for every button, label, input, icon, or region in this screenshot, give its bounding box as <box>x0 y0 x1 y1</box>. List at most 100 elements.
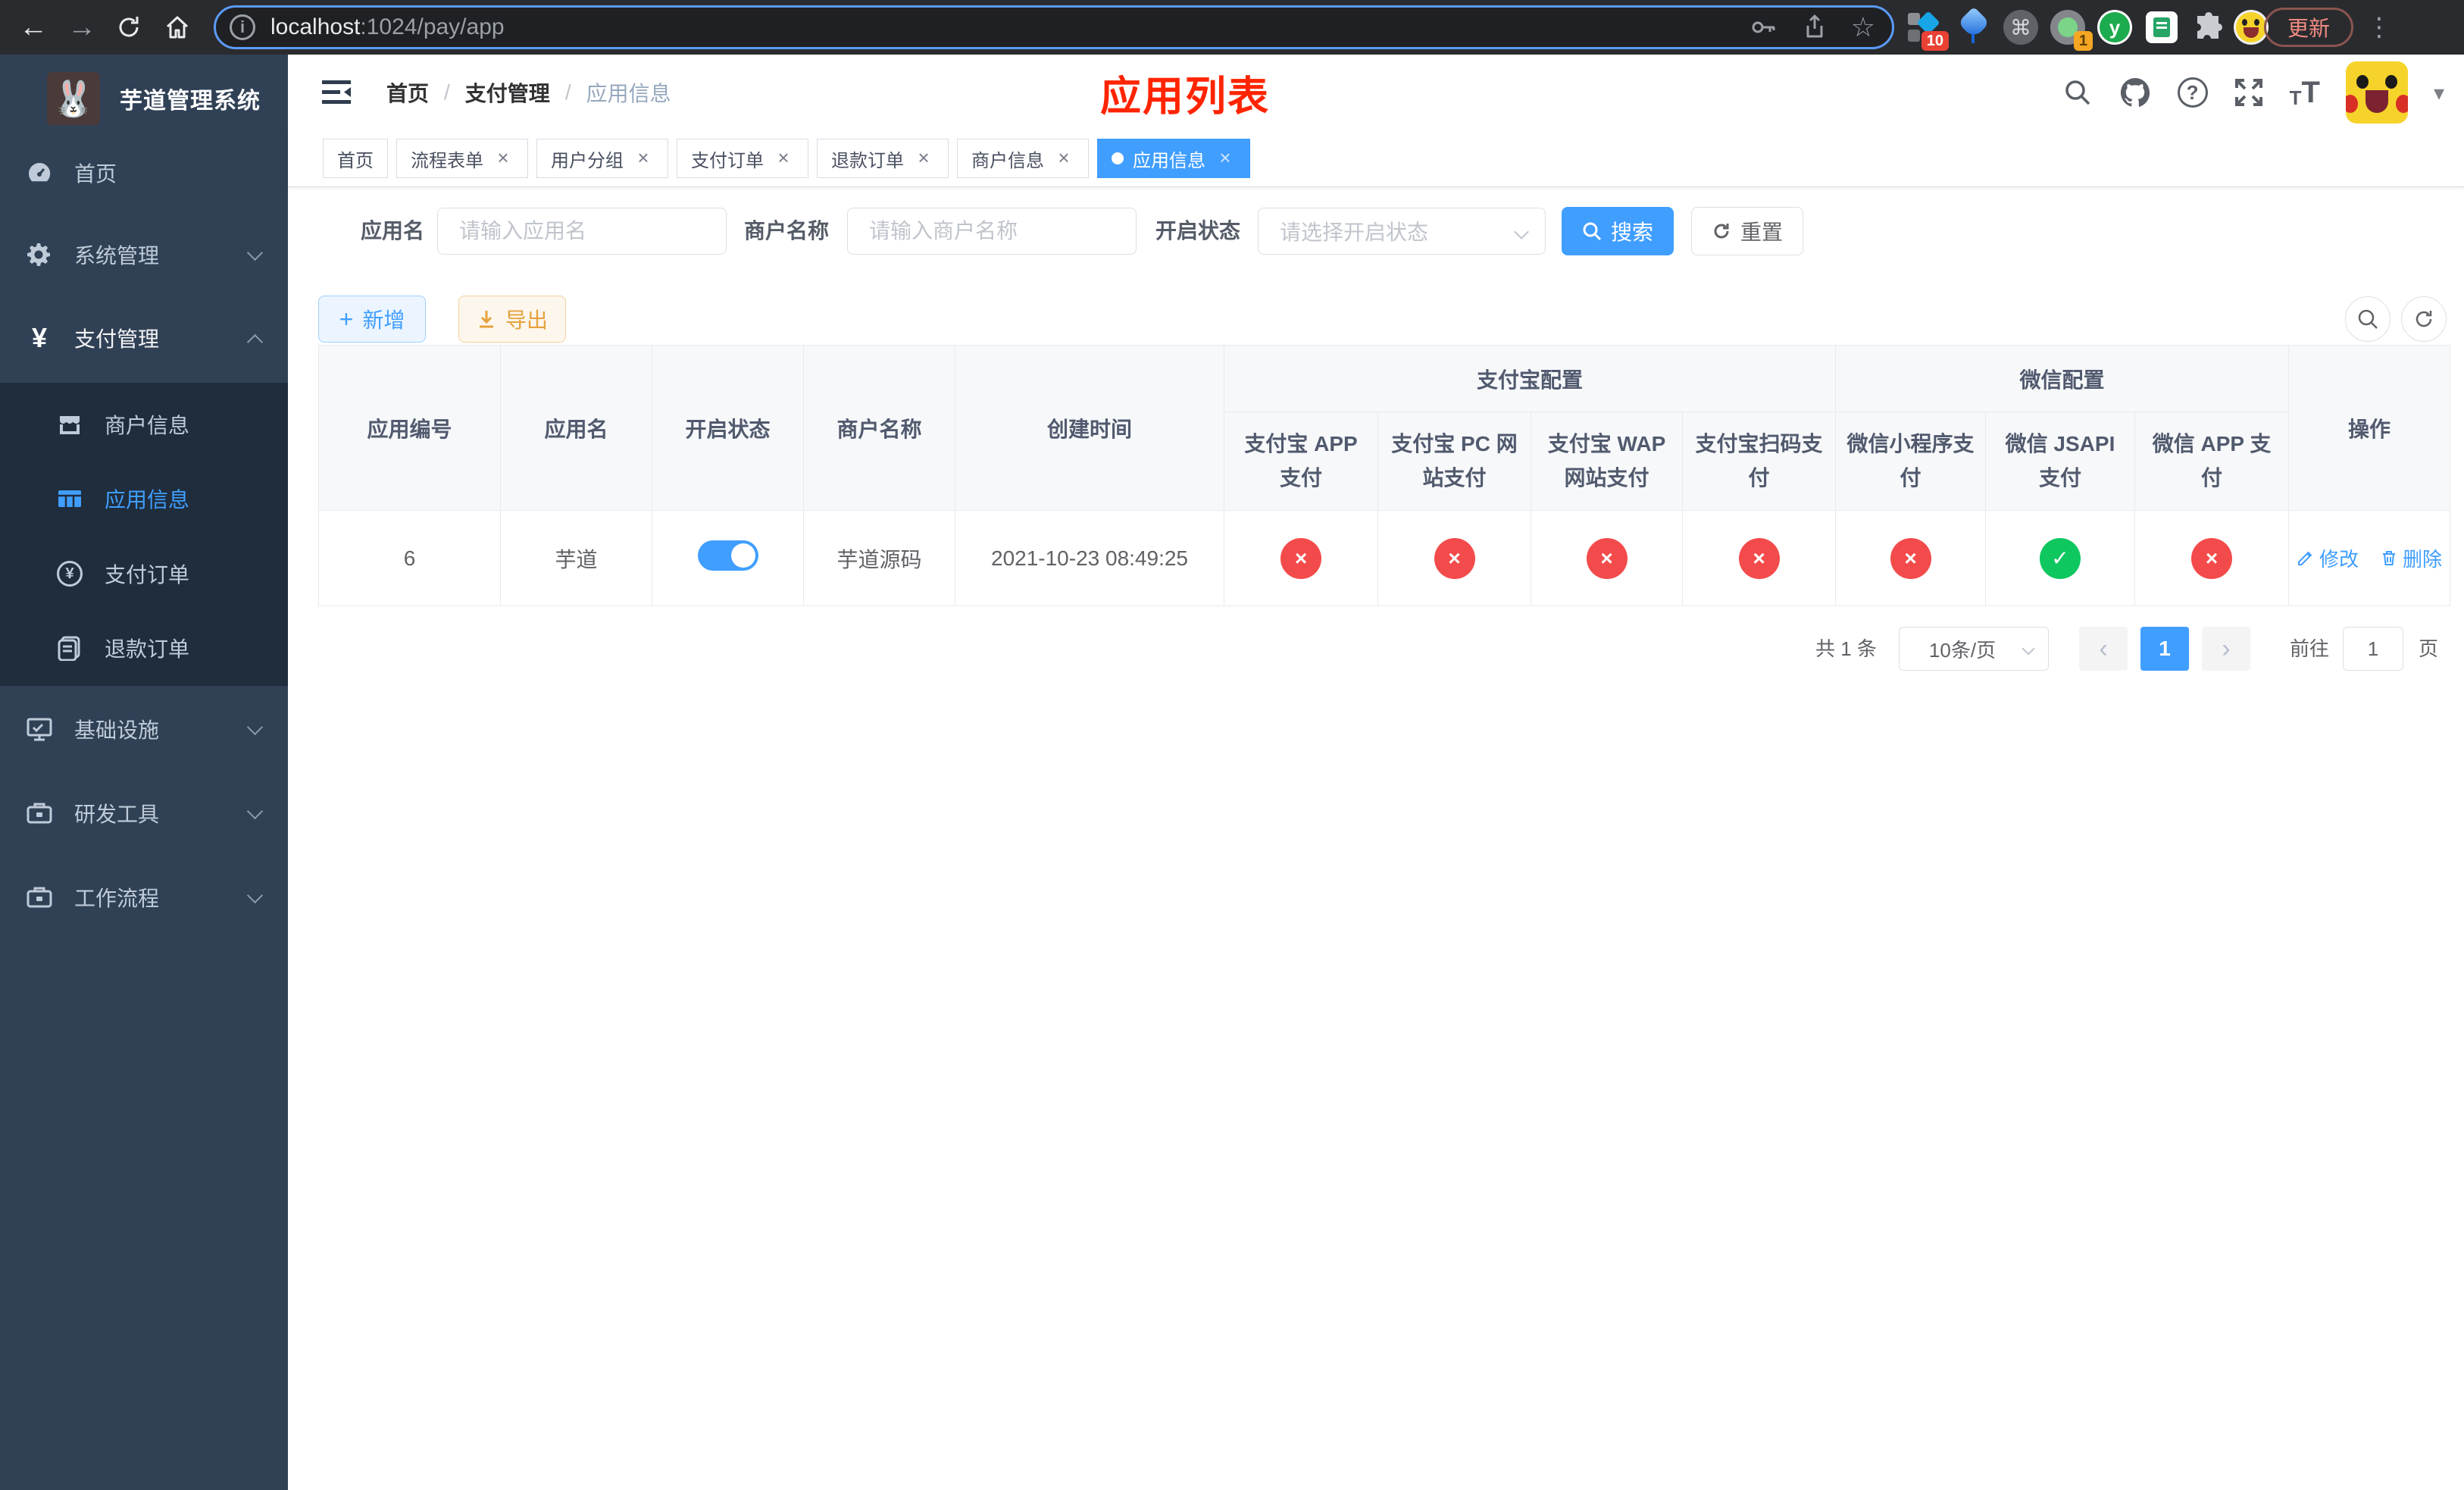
browser-update-button[interactable]: 更新 <box>2264 8 2353 47</box>
extension-notes-icon[interactable] <box>2144 10 2179 45</box>
bookmark-star-icon[interactable]: ☆ <box>1851 14 1875 41</box>
prev-page-button[interactable]: ‹ <box>2079 627 2128 671</box>
refresh-table-button[interactable] <box>2401 296 2447 342</box>
next-page-button[interactable]: › <box>2202 627 2250 671</box>
app-table: 应用编号 应用名 开启状态 商户名称 创建时间 支付宝配置 微信配置 操作 支付… <box>318 345 2451 606</box>
close-icon[interactable]: × <box>633 148 654 169</box>
browser-forward-button[interactable]: → <box>59 0 105 55</box>
sidebar-item-payment[interactable]: ¥ 支付管理 <box>0 300 288 376</box>
share-icon[interactable] <box>1801 14 1828 41</box>
col-alipay-qr: 支付宝扫码支付 <box>1681 412 1837 511</box>
sidebar-item-pay-order[interactable]: ¥ 支付订单 <box>0 537 288 611</box>
close-icon[interactable]: × <box>492 148 514 169</box>
browser-menu-button[interactable]: ⋮ <box>2364 0 2394 55</box>
font-size-icon[interactable]: TT <box>2290 77 2320 108</box>
fullscreen-icon[interactable] <box>2234 77 2264 108</box>
close-icon[interactable]: × <box>1053 148 1074 169</box>
monitor-icon <box>24 715 55 743</box>
sidebar-item-merchant-info[interactable]: 商户信息 <box>0 387 288 462</box>
show-search-button[interactable] <box>2345 296 2391 342</box>
search-icon[interactable] <box>2062 77 2093 108</box>
browser-toolbar: ← → i localhost:1024/pay/app ☆ 10 ⌘ 1 y <box>0 0 2464 55</box>
sidebar-item-refund-order[interactable]: 退款订单 <box>0 611 288 685</box>
browser-reload-button[interactable] <box>106 0 152 55</box>
breadcrumb-home[interactable]: 首页 <box>386 77 429 108</box>
avatar[interactable] <box>2345 61 2408 124</box>
page-size-select[interactable]: 10条/页 <box>1899 627 2049 671</box>
goto-page-input[interactable] <box>2343 627 2403 671</box>
payment-submenu: 商户信息 应用信息 ¥ 支付订单 退款订单 <box>0 383 288 686</box>
sidebar-item-infrastructure[interactable]: 基础设施 <box>0 691 288 767</box>
chevron-up-icon <box>246 333 264 351</box>
app-logo[interactable]: 🐰 芋道管理系统 <box>0 61 288 136</box>
sidebar-item-label: 系统管理 <box>74 244 160 268</box>
tab-merchant-info[interactable]: 商户信息 × <box>957 139 1089 178</box>
site-info-icon[interactable]: i <box>230 14 255 40</box>
col-alipay-wap: 支付宝 WAP 网站支付 <box>1531 412 1683 511</box>
search-icon <box>1583 222 1602 241</box>
tab-home[interactable]: 首页 <box>323 139 388 178</box>
extension-y-icon[interactable]: y <box>2097 10 2132 45</box>
col-wx-app: 微信 APP 支付 <box>2134 412 2290 511</box>
close-icon[interactable]: × <box>773 148 794 169</box>
sidebar-item-system[interactable]: 系统管理 <box>0 217 288 293</box>
edit-link[interactable]: 修改 <box>2297 544 2359 572</box>
breadcrumb-payment[interactable]: 支付管理 <box>465 77 550 108</box>
col-group-wechat: 微信配置 <box>1835 345 2290 412</box>
sidebar-item-dev-tools[interactable]: 研发工具 <box>0 775 288 851</box>
status-cross-icon: × <box>1434 537 1475 579</box>
shop-icon <box>53 412 86 437</box>
export-button[interactable]: 导出 <box>458 296 566 343</box>
url-text: localhost:1024/pay/app <box>270 14 505 40</box>
main-area: 首页 / 支付管理 / 应用信息 应用列表 ? TT ▾ 首页 流程表单 × 用户… <box>288 55 2464 1490</box>
close-icon[interactable]: × <box>913 148 934 169</box>
browser-back-button[interactable]: ← <box>11 0 56 55</box>
extension-badge: 1 <box>2073 31 2093 51</box>
extension-kite-icon[interactable] <box>1956 6 1991 45</box>
tags-view-bar: 首页 流程表单 × 用户分组 × 支付订单 × 退款订单 × 商户信息 × 应用信息 × <box>288 130 2464 187</box>
status-select[interactable]: 请选择开启状态 <box>1258 208 1546 255</box>
avatar-caret-icon[interactable]: ▾ <box>2434 80 2444 105</box>
status-cross-icon: × <box>1890 537 1931 579</box>
browser-home-button[interactable] <box>155 0 200 55</box>
app-name-label: 应用名 <box>360 219 424 243</box>
github-icon[interactable] <box>2118 76 2152 109</box>
col-alipay-app: 支付宝 APP 支付 <box>1224 412 1378 511</box>
extension-proxy-icon[interactable]: 1 <box>2050 10 2093 51</box>
chevron-down-icon <box>2022 642 2035 656</box>
address-bar[interactable]: i localhost:1024/pay/app ☆ <box>214 5 1894 49</box>
extension-password-icon[interactable]: 10 <box>1906 10 1949 51</box>
tab-pay-order[interactable]: 支付订单 × <box>677 139 808 178</box>
chevron-down-icon <box>246 244 264 261</box>
tab-refund-order[interactable]: 退款订单 × <box>817 139 949 178</box>
breadcrumb-separator: / <box>564 80 571 104</box>
sidebar-item-label: 首页 <box>74 162 117 186</box>
status-cross-icon: × <box>1280 537 1321 579</box>
reset-button[interactable]: 重置 <box>1691 207 1803 255</box>
merchant-name-input[interactable] <box>847 208 1137 255</box>
status-toggle[interactable] <box>697 540 758 571</box>
search-button[interactable]: 搜索 <box>1562 207 1674 255</box>
close-icon[interactable]: × <box>1215 148 1236 169</box>
tab-app-info[interactable]: 应用信息 × <box>1097 139 1250 178</box>
page-number-button[interactable]: 1 <box>2140 627 2189 671</box>
tab-user-group[interactable]: 用户分组 × <box>536 139 668 178</box>
delete-link[interactable]: 删除 <box>2380 544 2442 572</box>
logo-image: 🐰 <box>47 72 100 125</box>
extension-command-icon[interactable]: ⌘ <box>2003 10 2038 45</box>
sidebar-item-workflow[interactable]: 工作流程 <box>0 859 288 935</box>
sidebar-item-app-info[interactable]: 应用信息 <box>0 462 288 536</box>
status-check-icon: ✓ <box>2040 537 2081 579</box>
dashboard-icon <box>24 159 55 186</box>
extensions-puzzle-icon[interactable] <box>2191 10 2226 45</box>
sidebar-item-label: 退款订单 <box>105 637 190 661</box>
add-button[interactable]: + 新增 <box>318 296 426 343</box>
help-icon[interactable]: ? <box>2177 77 2208 108</box>
col-actions: 操作 <box>2288 345 2451 511</box>
tab-process-form[interactable]: 流程表单 × <box>396 139 528 178</box>
password-key-icon[interactable] <box>1750 13 1778 42</box>
sidebar-item-home[interactable]: 首页 <box>0 135 288 211</box>
cell-create-time: 2021-10-23 08:49:25 <box>955 510 1224 606</box>
app-name-input[interactable] <box>437 208 727 255</box>
sidebar-collapse-button[interactable] <box>322 79 351 110</box>
